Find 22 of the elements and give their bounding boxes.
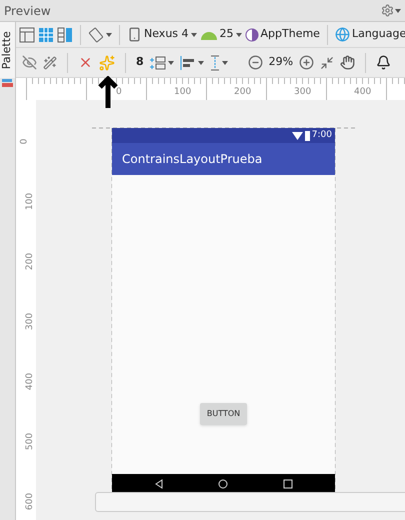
- ruler-label: 400: [354, 88, 372, 97]
- ruler-label: 0: [116, 88, 122, 97]
- zoom-level: 29%: [268, 54, 294, 70]
- ruler-label: 0: [20, 138, 30, 144]
- device-dropdown[interactable]: Nexus 4: [127, 26, 197, 43]
- app-button[interactable]: BUTTON: [200, 403, 247, 425]
- ruler-label: 200: [26, 252, 36, 270]
- ruler-label: 300: [26, 312, 36, 330]
- default-margin-button[interactable]: 8: [136, 54, 144, 71]
- status-time: 7:00: [312, 128, 332, 142]
- window-title: Preview: [4, 2, 51, 20]
- palette-tab[interactable]: Palette: [0, 22, 15, 78]
- ruler-label: 500: [26, 432, 36, 450]
- ruler-label: 300: [294, 88, 312, 97]
- ruler-label: 200: [234, 88, 252, 97]
- ruler-label: 600: [26, 492, 36, 510]
- ruler-label: 100: [26, 192, 36, 210]
- ruler-label: 100: [174, 88, 192, 97]
- app-title: ContrainsLayoutPrueba: [122, 151, 262, 168]
- theme-dropdown[interactable]: AppTheme: [244, 26, 320, 43]
- api-dropdown[interactable]: 25: [200, 26, 242, 43]
- ruler-label: 400: [26, 372, 36, 390]
